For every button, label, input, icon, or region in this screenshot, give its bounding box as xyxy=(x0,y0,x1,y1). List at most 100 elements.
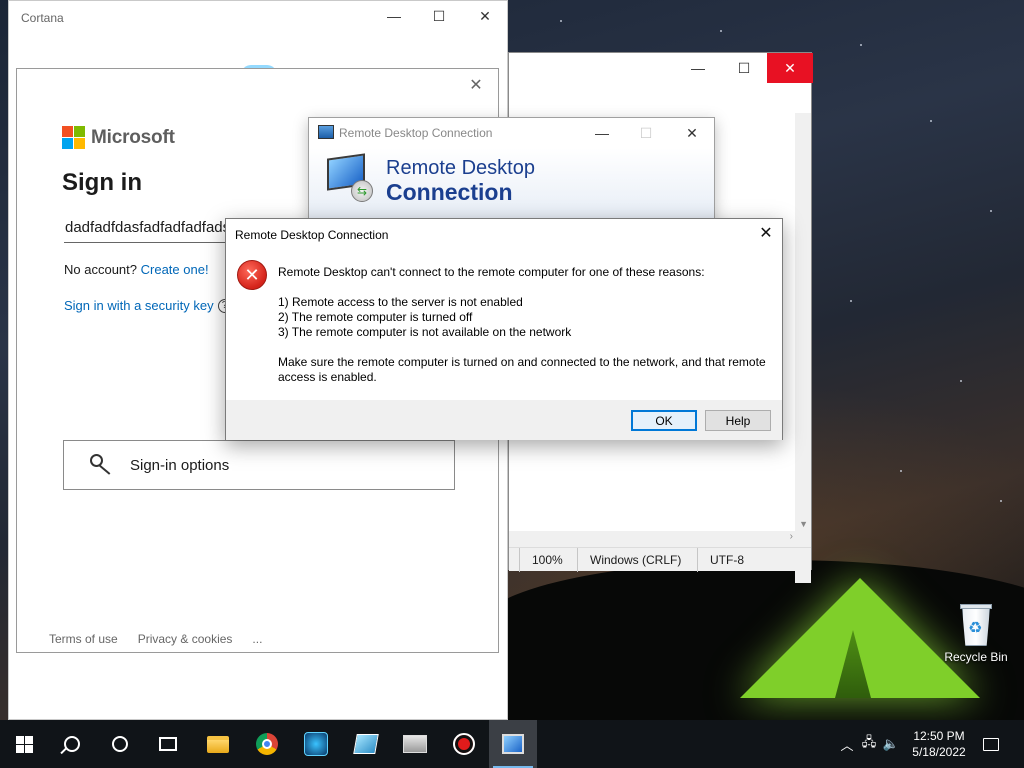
search-button[interactable] xyxy=(48,720,96,768)
cortana-icon xyxy=(112,736,128,752)
signin-options-label: Sign-in options xyxy=(130,456,230,474)
taskbar-remote-desktop[interactable] xyxy=(489,720,537,768)
notification-button[interactable] xyxy=(978,732,1004,756)
taskbar-app[interactable] xyxy=(342,720,390,768)
app-icon xyxy=(403,735,427,753)
clock-time: 12:50 PM xyxy=(913,729,965,743)
star xyxy=(960,380,962,382)
recycle-bin-label: Recycle Bin xyxy=(944,650,1008,664)
scroll-down-arrow-icon[interactable]: ▼ xyxy=(799,519,808,529)
remote-desktop-window[interactable]: Remote Desktop Connection — ☐ ✕ ⇆ Remote… xyxy=(308,117,715,227)
reason-item: 2) The remote computer is turned off xyxy=(278,310,473,324)
clock[interactable]: 12:50 PM 5/18/2022 xyxy=(908,728,970,760)
minimize-button[interactable]: — xyxy=(579,118,625,148)
close-icon[interactable]: ✕ xyxy=(754,223,778,247)
network-icon[interactable]: 🖧 xyxy=(858,733,880,755)
close-icon[interactable]: ✕ xyxy=(465,75,487,97)
no-account-row: No account? Create one! xyxy=(64,262,209,277)
error-icon: ✕ xyxy=(237,260,267,290)
notification-icon xyxy=(983,737,999,751)
maximize-button[interactable]: ☐ xyxy=(623,118,669,148)
star xyxy=(860,44,862,46)
horizontal-scrollbar[interactable] xyxy=(509,531,797,547)
maximize-button[interactable]: ☐ xyxy=(721,53,767,83)
volume-icon[interactable]: 🔈 xyxy=(880,736,902,752)
rdc-banner: ⇆ Remote Desktop Connection xyxy=(309,148,714,218)
message-outro: Make sure the remote computer is turned … xyxy=(278,355,766,384)
app-icon xyxy=(353,734,379,754)
cortana-button[interactable] xyxy=(96,720,144,768)
brand-name: Microsoft xyxy=(91,126,175,148)
chevron-up-icon[interactable]: ︿ xyxy=(836,735,858,754)
status-line-ending: Windows (CRLF) xyxy=(577,548,697,572)
window-title: Remote Desktop Connection xyxy=(339,126,493,140)
system-tray: ︿ 🖧 🔈 xyxy=(836,720,902,768)
rdc-titlebar[interactable]: Remote Desktop Connection — ☐ ✕ xyxy=(309,118,714,148)
recycle-bin-icon: ♻ xyxy=(958,602,994,646)
star xyxy=(900,470,902,472)
search-icon xyxy=(64,736,80,752)
message-intro: Remote Desktop can't connect to the remo… xyxy=(278,265,705,279)
star xyxy=(850,300,852,302)
banner-title-line2: Connection xyxy=(386,179,513,205)
privacy-link[interactable]: Privacy & cookies xyxy=(138,632,233,646)
recycle-bin-shortcut[interactable]: ♻ Recycle Bin xyxy=(938,600,1014,664)
error-dialog[interactable]: Remote Desktop Connection ✕ ✕ Remote Des… xyxy=(225,218,783,440)
status-encoding: UTF-8 xyxy=(697,548,752,572)
star xyxy=(560,20,562,22)
dialog-footer: OK Help xyxy=(226,400,782,440)
reason-item: 3) The remote computer is not available … xyxy=(278,325,572,339)
no-account-text: No account? xyxy=(64,262,137,277)
ok-button[interactable]: OK xyxy=(631,410,697,431)
scroll-right-arrow-icon[interactable]: › xyxy=(790,531,793,542)
start-icon xyxy=(15,735,33,753)
create-account-link[interactable]: Create one! xyxy=(141,262,209,277)
close-button[interactable]: ✕ xyxy=(767,53,813,83)
chrome-icon xyxy=(256,733,278,755)
window-title: Cortana xyxy=(21,11,64,25)
status-bar: 100% Windows (CRLF) UTF-8 xyxy=(509,547,811,572)
remote-desktop-icon xyxy=(318,125,334,139)
more-options-link[interactable]: ... xyxy=(252,632,262,646)
taskbar-app[interactable] xyxy=(391,720,439,768)
star xyxy=(930,120,932,122)
close-button[interactable]: ✕ xyxy=(462,1,508,31)
record-icon xyxy=(453,733,475,755)
notepad-titlebar[interactable]: — ☐ ✕ xyxy=(509,53,813,83)
security-key-link[interactable]: Sign in with a security key xyxy=(64,298,214,313)
taskbar-app[interactable] xyxy=(292,720,340,768)
terms-link[interactable]: Terms of use xyxy=(49,632,118,646)
reason-item: 1) Remote access to the server is not en… xyxy=(278,295,523,309)
taskbar-recorder[interactable] xyxy=(440,720,488,768)
close-button[interactable]: ✕ xyxy=(669,118,715,148)
maximize-button[interactable]: ☐ xyxy=(416,1,462,31)
help-button[interactable]: Help xyxy=(705,410,771,431)
signin-options-button[interactable]: Sign-in options xyxy=(63,440,455,490)
dialog-message: Remote Desktop can't connect to the remo… xyxy=(278,265,773,385)
remote-desktop-icon xyxy=(502,734,524,754)
key-icon xyxy=(90,454,116,476)
file-explorer-icon xyxy=(207,735,229,753)
microsoft-logo-icon xyxy=(62,126,85,149)
taskbar-chrome[interactable] xyxy=(243,720,291,768)
minimize-button[interactable]: — xyxy=(371,1,417,31)
banner-title-line1: Remote Desktop xyxy=(386,157,535,179)
remote-desktop-monitor-icon: ⇆ xyxy=(327,153,373,204)
clock-date: 5/18/2022 xyxy=(912,745,966,759)
signin-footer: Terms of use Privacy & cookies ... xyxy=(49,632,262,646)
vertical-scrollbar[interactable] xyxy=(795,113,811,583)
star xyxy=(990,210,992,212)
minimize-button[interactable]: — xyxy=(675,53,721,83)
dialog-title: Remote Desktop Connection xyxy=(235,228,389,242)
star xyxy=(720,30,722,32)
start-button[interactable] xyxy=(0,720,48,768)
task-view-icon xyxy=(159,737,177,751)
app-icon xyxy=(304,732,328,756)
star xyxy=(1000,500,1002,502)
page-title: Sign in xyxy=(62,169,142,196)
taskbar-file-explorer[interactable] xyxy=(194,720,242,768)
microsoft-logo: Microsoft xyxy=(62,126,175,149)
status-zoom: 100% xyxy=(519,548,577,572)
security-key-row: Sign in with a security key ? xyxy=(64,298,232,313)
task-view-button[interactable] xyxy=(144,720,192,768)
